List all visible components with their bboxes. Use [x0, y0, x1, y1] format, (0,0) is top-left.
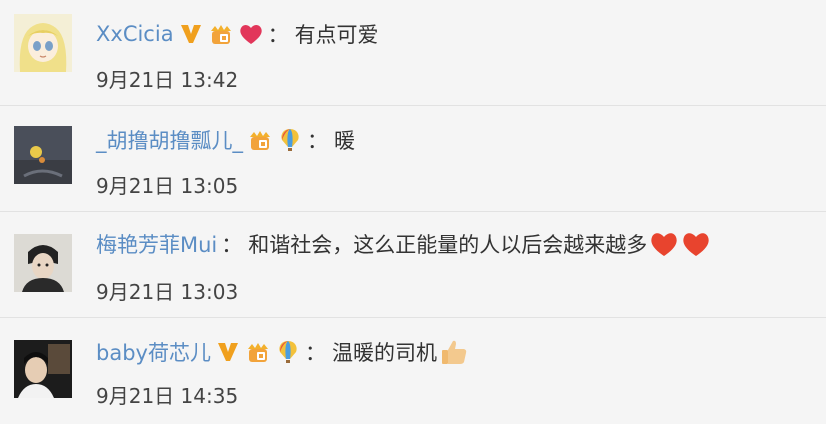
heart-emoji — [681, 229, 711, 259]
avatar[interactable] — [14, 126, 72, 184]
avatar-dark-scene-image — [14, 126, 72, 184]
thumbs-up-emoji — [439, 337, 469, 367]
comment-timestamp: 9月21日 14:35 — [96, 384, 239, 408]
crown-level-icon[interactable] — [247, 127, 273, 153]
avatar-person-image — [14, 340, 72, 398]
colon-separator: ： — [221, 233, 243, 257]
heart-emoji — [649, 229, 679, 259]
comment-item: _胡撸胡撸瓢儿_ ： 暖 9月21日 13:05 — [0, 106, 826, 212]
avatar-anime-girl-image — [14, 14, 72, 72]
balloon-icon[interactable] — [277, 127, 303, 153]
comment-item: baby荷芯儿 ： 温暖的司机 9月21日 14:35 — [0, 318, 826, 424]
comment-text: 和谐社会，这么正能量的人以后会越来越多 — [248, 233, 648, 257]
heart-icon — [238, 21, 264, 47]
crown-level-icon[interactable] — [208, 21, 234, 47]
crown-level-icon[interactable] — [245, 339, 271, 365]
verified-v-icon[interactable] — [178, 21, 204, 47]
comment-timestamp: 9月21日 13:05 — [96, 174, 239, 198]
colon-separator: ： — [307, 129, 328, 153]
comment-line: _胡撸胡撸瓢儿_ ： 暖 — [96, 120, 355, 160]
comment-text: 有点可爱 — [294, 23, 379, 47]
username-link[interactable]: _胡撸胡撸瓢儿_ — [96, 125, 243, 155]
avatar-portrait-image — [14, 234, 72, 292]
comment-text: 暖 — [334, 129, 355, 153]
verified-v-icon[interactable] — [215, 339, 241, 365]
comment-line: baby荷芯儿 ： 温暖的司机 — [96, 332, 469, 372]
avatar[interactable] — [14, 234, 72, 292]
comment-line: 梅艳芳菲Mui ： 和谐社会，这么正能量的人以后会越来越多 — [96, 224, 711, 264]
comment-timestamp: 9月21日 13:42 — [96, 68, 239, 92]
comment-list: XxCicia ： 有点可爱 9月21日 13:42 _胡撸胡撸瓢儿_ ： 暖 … — [0, 0, 826, 424]
username-link[interactable]: baby荷芯儿 — [96, 337, 211, 367]
avatar[interactable] — [14, 14, 72, 72]
comment-timestamp: 9月21日 13:03 — [96, 280, 239, 304]
colon-separator: ： — [267, 23, 289, 47]
comment-line: XxCicia ： 有点可爱 — [96, 14, 379, 54]
comment-item: XxCicia ： 有点可爱 9月21日 13:42 — [0, 0, 826, 106]
username-link[interactable]: 梅艳芳菲Mui — [96, 229, 217, 259]
balloon-icon[interactable] — [275, 339, 301, 365]
username-link[interactable]: XxCicia — [96, 22, 174, 46]
avatar[interactable] — [14, 340, 72, 398]
colon-separator: ： — [304, 341, 326, 365]
comment-text: 温暖的司机 — [331, 341, 437, 365]
comment-item: 梅艳芳菲Mui ： 和谐社会，这么正能量的人以后会越来越多 9月21日 13:0… — [0, 212, 826, 318]
